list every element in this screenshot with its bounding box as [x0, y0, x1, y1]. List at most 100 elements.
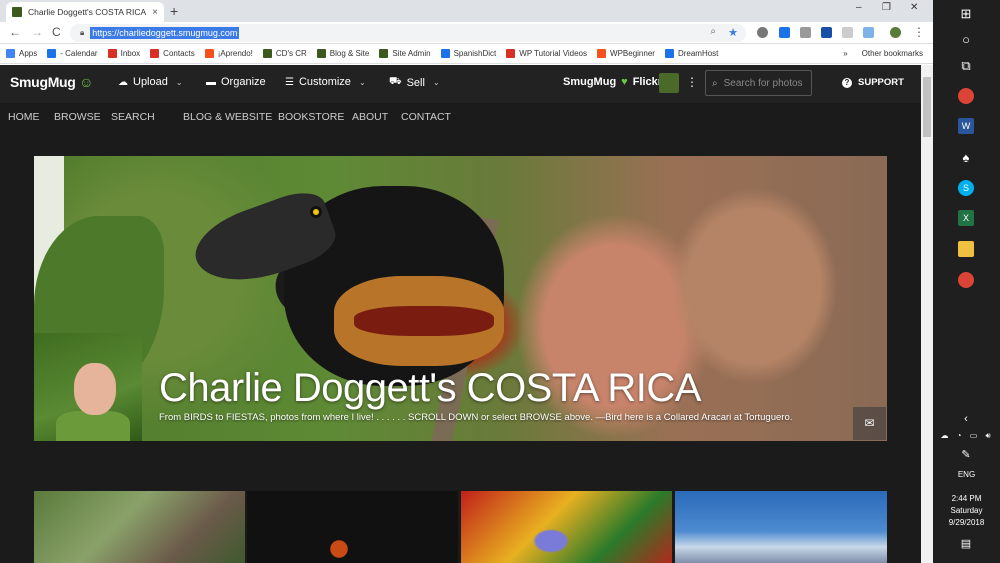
nav-about[interactable]: ABOUT: [352, 111, 388, 123]
bookmark-label: Apps: [19, 49, 38, 58]
gallery-thumbnail[interactable]: [247, 491, 458, 563]
nav-home[interactable]: HOME: [8, 111, 40, 123]
user-avatar[interactable]: [659, 73, 679, 93]
nav-blog-website[interactable]: BLOG & WEBSITE: [183, 111, 272, 123]
more-options-icon[interactable]: ⋮: [686, 75, 698, 89]
bookmark-favicon-icon: [506, 49, 516, 58]
bookmark-item[interactable]: Site Admin: [379, 49, 431, 58]
nav-contact[interactable]: CONTACT: [401, 111, 451, 123]
bookmark-item[interactable]: CD's CR: [262, 49, 307, 58]
extension-shield-icon[interactable]: [800, 27, 811, 38]
menu-icon[interactable]: ⋮: [913, 25, 925, 39]
more-bookmarks-chevron[interactable]: »: [843, 49, 847, 58]
reload-button[interactable]: C: [52, 25, 61, 39]
file-explorer-icon[interactable]: [958, 241, 974, 257]
word-icon[interactable]: W: [958, 118, 974, 134]
gallery-thumbnail[interactable]: [675, 491, 887, 563]
address-bar[interactable]: 🔒︎ https://charliedoggett.smugmug.com ⌕ …: [70, 24, 746, 42]
aracari-band: [354, 306, 494, 336]
browser-toolbar: ← → C 🔒︎ https://charliedoggett.smugmug.…: [0, 22, 933, 44]
bookmark-favicon-icon: [440, 49, 450, 58]
smugmug-logo[interactable]: SmugMug ☺: [10, 74, 93, 90]
upload-menu[interactable]: ☁ Upload ⌄: [118, 76, 183, 88]
cloud-upload-icon: ☁: [118, 76, 128, 88]
chrome-icon[interactable]: [958, 88, 974, 104]
gallery-thumbnail[interactable]: [34, 491, 245, 563]
bookmark-item[interactable]: ¡Aprendo!: [204, 49, 253, 58]
browser-tab[interactable]: Charlie Doggett's COSTA RICA ×: [6, 2, 164, 22]
bookmark-item[interactable]: WPBeginner: [597, 49, 655, 58]
sell-menu[interactable]: ⛟ Sell ⌄: [389, 76, 440, 89]
zoom-icon[interactable]: ⌕: [710, 26, 716, 37]
excel-icon[interactable]: X: [958, 210, 974, 226]
bookmark-label: DreamHost: [677, 49, 719, 58]
tab-title: Charlie Doggett's COSTA RICA: [28, 7, 147, 17]
site-tagline: From BIRDS to FIESTAS, photos from where…: [159, 412, 793, 423]
new-tab-button[interactable]: +: [170, 3, 178, 19]
solitaire-icon[interactable]: ♠: [958, 150, 974, 166]
chevron-down-icon: ⌄: [432, 78, 440, 87]
profile-photo[interactable]: [34, 333, 142, 441]
action-center-icon[interactable]: ▤: [958, 536, 974, 552]
bookmark-favicon-icon: [379, 49, 389, 58]
cortana-icon[interactable]: ○: [958, 32, 974, 48]
language-indicator[interactable]: ENG: [933, 467, 1000, 483]
windows-taskbar: ⊞ ○ ⧉ W ♠ S X ‹ ☁ ◔ ▭ 🔊︎ ✎ ENG 2:44 PM S…: [933, 0, 1000, 563]
bookmark-item[interactable]: DreamHost: [664, 49, 719, 58]
bookmark-item[interactable]: Apps: [6, 49, 37, 58]
smugmug-flickr-link[interactable]: SmugMug ♥ Flickr: [563, 76, 662, 88]
url-text[interactable]: https://charliedoggett.smugmug.com: [90, 27, 240, 39]
bookmark-item[interactable]: SpanishDict: [440, 49, 496, 58]
pen-icon[interactable]: ✎: [958, 447, 974, 463]
extension-chat-icon[interactable]: [842, 27, 853, 38]
sliders-icon: ☰: [285, 76, 294, 88]
customize-menu[interactable]: ☰ Customize ⌄: [285, 76, 366, 88]
bookmark-favicon-icon: [6, 49, 15, 58]
bookmark-favicon-icon: [664, 49, 674, 58]
mail-icon[interactable]: ✉: [853, 407, 886, 440]
page-scrollbar[interactable]: [921, 65, 933, 563]
bookmark-star-icon[interactable]: ★: [728, 26, 738, 39]
profile-avatar-icon[interactable]: [890, 27, 901, 38]
tab-close-icon[interactable]: ×: [152, 7, 158, 18]
support-button[interactable]: ? SUPPORT: [842, 77, 904, 88]
close-window-button[interactable]: ✕: [910, 2, 918, 13]
tray-chevron-icon[interactable]: ‹: [958, 411, 974, 427]
lock-icon: 🔒︎: [80, 28, 85, 37]
organize-menu[interactable]: ▬ Organize: [206, 76, 266, 88]
tray-status-icons[interactable]: ☁ ◔ ▭ 🔊︎: [937, 428, 997, 444]
bookmark-favicon-icon: [107, 49, 117, 58]
bookmark-item[interactable]: Contacts: [150, 49, 195, 58]
task-view-icon[interactable]: ⧉: [958, 58, 974, 74]
nav-browse[interactable]: BROWSE: [54, 111, 101, 123]
bookmark-item[interactable]: WP Tutorial Videos: [506, 49, 587, 58]
windows-start-icon[interactable]: ⊞: [958, 6, 974, 22]
nav-bookstore[interactable]: BOOKSTORE: [278, 111, 344, 123]
nav-search[interactable]: SEARCH: [111, 111, 155, 123]
chrome-active-icon[interactable]: [958, 272, 974, 288]
skype-icon[interactable]: S: [958, 180, 974, 196]
extension-grid-icon[interactable]: [779, 27, 790, 38]
forward-button[interactable]: →: [31, 25, 43, 39]
extension-w-icon[interactable]: [757, 27, 768, 38]
tab-strip: Charlie Doggett's COSTA RICA × + – ❐ ✕: [0, 0, 933, 22]
bookmark-label: CD's CR: [275, 49, 307, 58]
partner-flickr: Flickr: [632, 76, 663, 88]
maximize-button[interactable]: ❐: [882, 2, 891, 13]
support-label: SUPPORT: [858, 77, 904, 88]
gallery-thumbnail[interactable]: [461, 491, 672, 563]
bookmark-item[interactable]: - Calendar: [47, 49, 98, 58]
site-nav: HOME BROWSE SEARCH BLOG & WEBSITE BOOKST…: [0, 103, 921, 129]
bookmark-item[interactable]: Blog & Site: [316, 49, 369, 58]
bookmark-item[interactable]: Inbox: [107, 49, 140, 58]
back-button[interactable]: ←: [9, 25, 21, 39]
extension-a-icon[interactable]: [821, 27, 832, 38]
scrollbar-thumb[interactable]: [923, 77, 931, 137]
minimize-button[interactable]: –: [856, 2, 862, 13]
favicon-icon: [12, 7, 22, 17]
photo-search-input[interactable]: ⌕ Search for photos: [705, 70, 812, 96]
bookmark-label: - Calendar: [60, 49, 98, 58]
organize-label: Organize: [221, 76, 266, 88]
extension-cast-icon[interactable]: [863, 27, 874, 38]
other-bookmarks[interactable]: » Other bookmarks: [843, 49, 923, 58]
